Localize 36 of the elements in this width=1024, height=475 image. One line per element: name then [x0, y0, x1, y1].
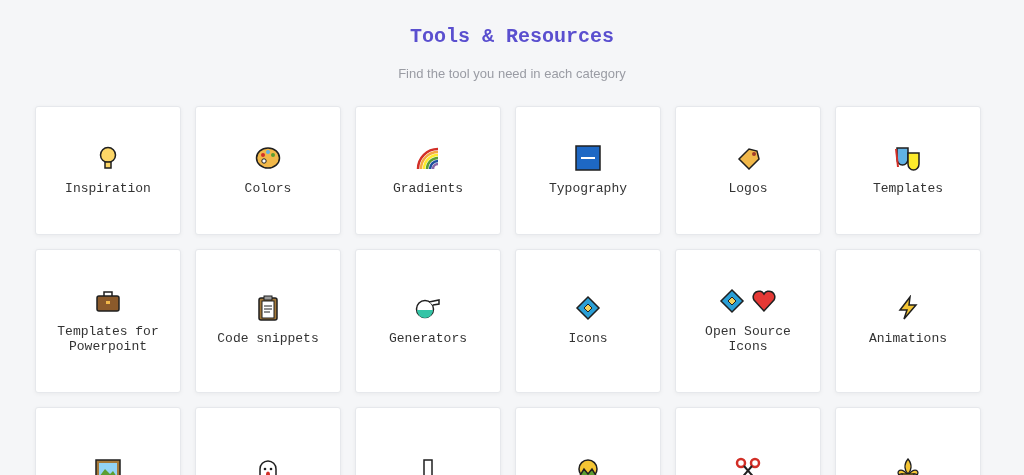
category-card[interactable]: Templates: [835, 105, 981, 235]
category-label: Templates for Powerpoint: [56, 323, 160, 354]
category-label: Templates: [872, 180, 944, 196]
framed-picture-icon: [95, 456, 121, 475]
category-card[interactable]: Code snippets: [195, 248, 341, 393]
category-label: Inspiration: [65, 180, 151, 196]
category-label: Generators: [389, 331, 467, 346]
fleur-de-lis-icon: [895, 456, 921, 475]
category-card[interactable]: Gradients: [355, 105, 501, 235]
square-icon: [575, 144, 601, 171]
scissors-icon: [735, 456, 761, 475]
category-card[interactable]: Logos: [675, 105, 821, 235]
category-label: Colors: [244, 180, 292, 196]
page-subtitle: Find the tool you need in each category: [398, 65, 626, 83]
page-title: Tools & Resources: [409, 24, 614, 50]
category-card[interactable]: Icons: [515, 248, 661, 393]
category-card[interactable]: Typography: [515, 105, 661, 235]
category-label: Typography: [549, 180, 627, 196]
category-card[interactable]: Generators: [355, 248, 501, 393]
category-label: Code snippets: [217, 331, 319, 346]
category-card[interactable]: Templates for Powerpoint: [35, 248, 181, 393]
category-card[interactable]: Inspiration: [35, 105, 181, 235]
category-card[interactable]: Open Source Icons: [675, 248, 821, 393]
mountain-icon: [575, 456, 601, 475]
masks-icon: [895, 144, 921, 171]
category-card[interactable]: Colors: [195, 105, 341, 235]
diamond-icon: [575, 295, 601, 321]
diamond-and-heart-icon: [719, 287, 777, 314]
palette-icon: [255, 144, 281, 171]
category-label: Icons: [568, 331, 608, 346]
category-label: Gradients: [392, 180, 464, 196]
category-label: Logos: [728, 180, 768, 196]
category-label: Animations: [869, 331, 947, 346]
category-card[interactable]: Animations: [835, 248, 981, 393]
clipboard-icon: [255, 295, 281, 321]
category-label: Open Source Icons: [704, 323, 792, 354]
